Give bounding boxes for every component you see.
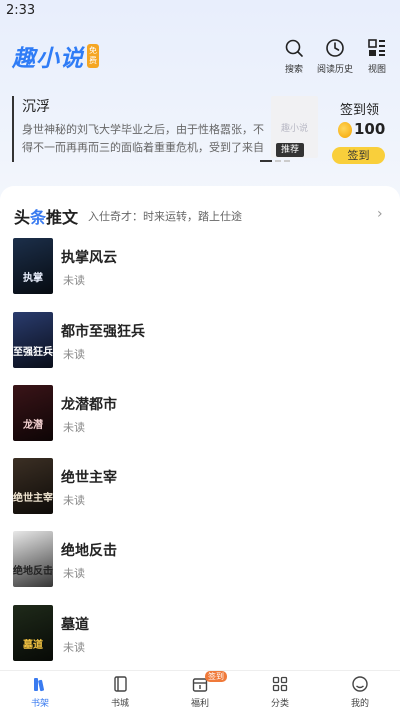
book-cover-text: 执掌 <box>23 273 43 284</box>
tab-label: 福利 <box>190 699 209 709</box>
signin-coins: 100 <box>354 120 386 138</box>
carousel-dots <box>260 160 290 162</box>
book-cover-text: 绝地反击 <box>13 566 53 577</box>
recommend-description[interactable]: 身世神秘的刘飞大学毕业之后，由于性格嚣张，不得不一而再再而三的面临着重重危机，受… <box>22 121 266 157</box>
book-cover[interactable]: 墓道 <box>13 605 53 661</box>
recommend-cover-text: 趣小说 <box>280 123 308 134</box>
bookshelf-icon <box>34 678 45 692</box>
book-read-status: 未读 <box>63 567 85 580</box>
search-icon <box>285 39 303 57</box>
book-list-item[interactable]: 龙潜 龙潜都市未读 <box>0 385 400 449</box>
book-title: 都市至强狂兵 <box>61 324 145 340</box>
profile-icon <box>352 676 368 692</box>
coin-icon <box>338 122 352 138</box>
book-cover-text: 至强狂兵 <box>13 347 53 358</box>
section-title-part: 头 <box>14 208 31 227</box>
book-list-item[interactable]: 墓道 墓道 未读 <box>0 605 400 669</box>
welfare-badge: 签到 <box>205 671 227 682</box>
tab-label: 我的 <box>350 699 369 709</box>
book-title: 绝地反击 <box>61 543 117 559</box>
book-cover-text: 墓道 <box>23 640 43 651</box>
chevron-right-icon[interactable]: › <box>377 206 383 222</box>
reading-history-button[interactable]: 阅读历史 <box>313 38 357 76</box>
search-button[interactable]: 搜索 <box>272 38 316 76</box>
book-read-status: 未读 <box>63 421 85 434</box>
book-list-item[interactable]: 至强狂兵 都市至强狂兵 未读 <box>0 312 400 376</box>
history-icon <box>326 39 344 57</box>
app-logo: 趣小说 免费 <box>12 41 99 72</box>
section-title[interactable]: 头条推文 <box>14 204 78 228</box>
book-cover[interactable]: 执掌 <box>13 238 53 294</box>
category-grid-icon <box>272 676 288 692</box>
book-list-panel: 头条推文 入仕奇才：时来运转，踏上仕途 › 执掌 执掌风云 未读 至强狂兵 都市至强狂兵… <box>0 186 400 670</box>
book-read-status: 未读 <box>63 348 85 361</box>
status-time: 2:33 <box>6 3 36 18</box>
book-title: 绝世主宰 <box>61 470 117 486</box>
section-title-part: 推文 <box>46 208 79 227</box>
bottom-tab-bar: 书架 书城 福利 分类 我的 <box>0 670 400 711</box>
bookstore-icon <box>114 676 127 692</box>
tab-category[interactable]: 分类 <box>260 675 300 711</box>
book-title: 龙潜都市 <box>61 397 117 413</box>
view-toggle-button[interactable]: 视图 <box>355 38 399 76</box>
book-list-item[interactable]: 绝地反击 绝地反击 未读 <box>0 531 400 595</box>
tab-profile[interactable]: 我的 <box>340 675 380 711</box>
tab-label: 书城 <box>110 699 129 709</box>
history-label: 阅读历史 <box>316 65 353 75</box>
tab-bookshelf[interactable]: 书架 <box>20 675 60 711</box>
book-title: 执掌风云 <box>61 250 117 266</box>
logo-text: 趣小说 <box>12 46 84 72</box>
book-list-item[interactable]: 绝世主宰 绝世主宰 未读 <box>0 458 400 522</box>
logo-badge: 免费 <box>87 44 99 68</box>
book-read-status: 未读 <box>63 274 85 287</box>
tab-label: 分类 <box>270 699 289 709</box>
carousel-dot-active <box>260 160 272 162</box>
recommend-tag: 推荐 <box>276 143 304 157</box>
view-label: 视图 <box>367 65 386 75</box>
carousel-dot <box>284 160 290 162</box>
book-cover[interactable]: 至强狂兵 <box>13 312 53 368</box>
section-title-highlight: 条 <box>30 208 47 227</box>
book-cover[interactable]: 绝地反击 <box>13 531 53 587</box>
section-subtitle[interactable]: 入仕奇才：时来运转，踏上仕途 <box>88 208 242 224</box>
book-cover[interactable]: 绝世主宰 <box>13 458 53 514</box>
signin-label: 签到领 <box>340 103 380 118</box>
status-bar: 2:33 <box>0 0 400 26</box>
recommend-title[interactable]: 沉浮 <box>22 96 50 116</box>
book-title: 墓道 <box>61 617 89 633</box>
book-read-status: 未读 <box>63 641 85 654</box>
recommend-indicator-bar <box>12 96 14 162</box>
book-cover-text: 龙潜 <box>23 420 43 431</box>
carousel-dot <box>275 160 281 162</box>
signin-button[interactable]: 签到 <box>332 147 385 164</box>
book-read-status: 未读 <box>63 494 85 507</box>
tab-bookstore[interactable]: 书城 <box>100 675 140 711</box>
view-grid-icon <box>368 39 385 56</box>
book-cover[interactable]: 龙潜 <box>13 385 53 441</box>
tab-label: 书架 <box>30 699 49 709</box>
book-list-item[interactable]: 执掌 执掌风云未读 <box>0 238 400 302</box>
search-label: 搜索 <box>284 65 303 75</box>
book-cover-text: 绝世主宰 <box>13 493 53 504</box>
